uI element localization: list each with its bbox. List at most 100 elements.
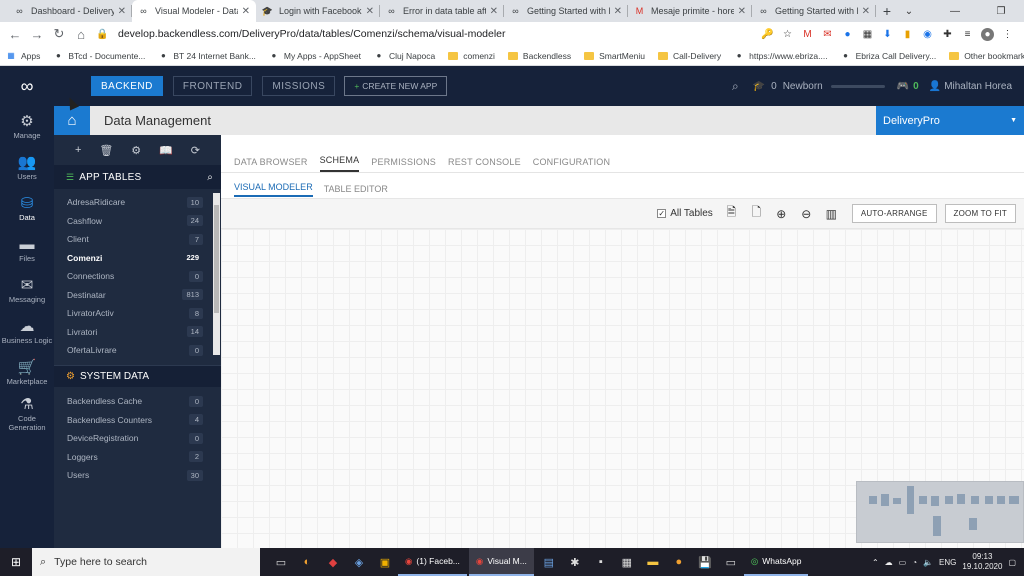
backendless-logo-icon[interactable]: ∞ — [0, 76, 54, 97]
nav-item-users[interactable]: 👥 Users — [0, 147, 54, 188]
forward-button[interactable]: → — [26, 23, 48, 45]
scrollbar-thumb[interactable] — [214, 205, 219, 313]
browser-tab[interactable]: ∞ Getting Started with Ba ✕ — [504, 0, 628, 22]
subtab-visual-modeler[interactable]: VISUAL MODELER — [234, 182, 313, 197]
refresh-icon[interactable]: ⟳ — [191, 144, 200, 157]
nav-item-business-logic[interactable]: ☁ Business Logic — [0, 311, 54, 352]
bookmark-item[interactable]: SmartMeniu — [584, 51, 645, 61]
mail-icon[interactable]: ✉ — [821, 28, 834, 41]
chevron-down-icon[interactable]: ⌄ — [886, 0, 932, 22]
zoom-in-icon[interactable]: ⊕ — [769, 207, 794, 221]
table-row[interactable]: Backendless Cache 0 — [54, 392, 221, 411]
home-icon[interactable]: ⌂ — [70, 23, 92, 45]
close-icon[interactable]: ✕ — [738, 6, 746, 17]
table-row[interactable]: AdresaRidicare 10 — [54, 193, 221, 212]
all-tables-checkbox[interactable]: ✓ All Tables — [657, 208, 713, 219]
browser-tab[interactable]: ∞ Error in data table afte ✕ — [380, 0, 504, 22]
nav-item-manage[interactable]: ⚙ Manage — [0, 106, 54, 147]
minimap[interactable] — [856, 481, 1024, 543]
nav-item-marketplace[interactable]: 🛒 Marketplace — [0, 352, 54, 393]
bookmark-item[interactable]: comenzi — [448, 51, 495, 61]
export-pdf-icon[interactable]: 🗎 — [719, 203, 744, 224]
clock[interactable]: 09:13 19.10.2020 — [962, 552, 1002, 572]
table-row[interactable]: LivratorActiv 8 — [54, 304, 221, 323]
zoom-to-fit-button[interactable]: ZOOM TO FIT — [944, 204, 1016, 223]
battery-icon[interactable]: ▭ — [899, 558, 907, 567]
app-icon[interactable]: ◆ — [320, 548, 346, 576]
table-row[interactable]: Livratori 14 — [54, 323, 221, 342]
app-icon[interactable]: ◐ — [294, 548, 320, 576]
other-bookmarks[interactable]: Other bookmarks — [949, 51, 1024, 61]
close-icon[interactable]: ✕ — [614, 6, 622, 17]
taskbar-chrome-visual[interactable]: ◉ Visual M... — [468, 548, 534, 576]
terminal-icon[interactable]: ▪ — [588, 548, 614, 576]
windows-start-icon[interactable]: ⊞ — [0, 555, 32, 569]
bookmark-item[interactable]: ● Ebriza Call Delivery... — [841, 51, 936, 61]
tab-rest-console[interactable]: REST CONSOLE — [448, 157, 521, 172]
delete-table-icon[interactable]: 🗑 — [99, 144, 113, 157]
nav-item-messaging[interactable]: ✉ Messaging — [0, 270, 54, 311]
search-icon[interactable]: ⌕ — [207, 172, 213, 183]
notifications-icon[interactable]: ▢ — [1008, 558, 1016, 567]
gmail-icon[interactable]: M — [801, 28, 814, 41]
close-icon[interactable]: ✕ — [366, 6, 374, 17]
camera-icon[interactable]: ◉ — [921, 28, 934, 41]
tab-configuration[interactable]: CONFIGURATION — [533, 157, 610, 172]
app-icon[interactable]: ▣ — [372, 548, 398, 576]
network-icon[interactable]: ◔ — [912, 558, 917, 567]
chevron-up-icon[interactable]: ⌃ — [872, 558, 879, 567]
menu-icon[interactable]: ≡ — [961, 28, 974, 41]
table-row[interactable]: Client 7 — [54, 230, 221, 249]
task-view-icon[interactable]: ▭ — [268, 548, 294, 576]
table-row[interactable]: Destinatar 813 — [54, 286, 221, 305]
settings-icon[interactable]: ⚙ — [131, 144, 141, 157]
browser-tab[interactable]: ∞ Getting Started with Ba ✕ — [752, 0, 876, 22]
close-icon[interactable]: ✕ — [118, 6, 126, 17]
table-row[interactable]: DeviceRegistration 0 — [54, 429, 221, 448]
home-button[interactable]: ⌂ — [54, 106, 90, 135]
cmd-icon[interactable]: ▭ — [718, 548, 744, 576]
table-row[interactable]: Users 30 — [54, 466, 221, 485]
reload-button[interactable]: ↻ — [48, 23, 70, 45]
cloud-icon[interactable]: ☁ — [885, 558, 893, 567]
export-image-icon[interactable]: 🗋 — [744, 203, 769, 224]
puzzle-icon[interactable]: ✚ — [941, 28, 954, 41]
browser-tab[interactable]: ∞ Dashboard - DeliveryP ✕ — [8, 0, 132, 22]
back-button[interactable]: ← — [4, 23, 26, 45]
nav-item-files[interactable]: ▬ Files — [0, 229, 54, 270]
restore-button[interactable]: ❐ — [978, 0, 1024, 22]
missions-button[interactable]: MISSIONS — [262, 76, 336, 96]
table-row[interactable]: Backendless Counters 4 — [54, 411, 221, 430]
tab-schema[interactable]: SCHEMA — [319, 155, 360, 172]
app-icon[interactable]: ▤ — [536, 548, 562, 576]
tab-data-browser[interactable]: DATA BROWSER — [234, 157, 308, 172]
bookmark-item[interactable]: ● BTcd - Documente... — [53, 51, 145, 61]
profile-avatar[interactable]: ● — [981, 27, 994, 41]
close-icon[interactable]: ✕ — [242, 6, 250, 17]
table-row[interactable]: OfertaLivrare 0 — [54, 341, 221, 359]
bookmark-item[interactable]: Backendless — [507, 51, 571, 61]
bookmark-item[interactable]: ● Cluj Napoca — [374, 51, 436, 61]
tab-permissions[interactable]: PERMISSIONS — [371, 157, 436, 172]
taskbar-search[interactable]: ⌕ Type here to search — [32, 548, 260, 576]
key-icon[interactable]: 🔑 — [761, 28, 774, 41]
url-bar[interactable]: 🔒 develop.backendless.com/DeliveryPro/da… — [96, 24, 736, 44]
app-selector[interactable]: DeliveryPro ▼ — [876, 106, 1024, 135]
frontend-button[interactable]: FRONTEND — [172, 76, 253, 96]
slack-icon[interactable]: ✱ — [562, 548, 588, 576]
taskbar-whatsapp[interactable]: ◎ WhatsApp — [743, 548, 809, 576]
table-row[interactable]: Loggers 2 — [54, 448, 221, 467]
taskbar-chrome-facebook[interactable]: ◉ (1) Faceb... — [398, 548, 467, 576]
bookmark-item[interactable]: ▦ Apps — [6, 51, 40, 61]
table-row[interactable]: Comenzi 229 — [54, 249, 221, 268]
star-icon[interactable]: ☆ — [781, 28, 794, 41]
table-row[interactable]: Connections 0 — [54, 267, 221, 286]
user-menu[interactable]: Mihaltan Horea — [944, 81, 1012, 92]
search-icon[interactable]: ⌕ — [732, 79, 739, 94]
visual-modeler-canvas[interactable] — [221, 229, 1024, 548]
volume-icon[interactable]: 🔈 — [923, 558, 933, 567]
nav-item-code-generation[interactable]: ⚗ Code Generation — [0, 393, 54, 434]
language-indicator[interactable]: ENG — [939, 558, 956, 567]
bookmark-item[interactable]: ● BT 24 Internet Bank... — [158, 51, 256, 61]
table-row[interactable]: Cashflow 24 — [54, 212, 221, 231]
